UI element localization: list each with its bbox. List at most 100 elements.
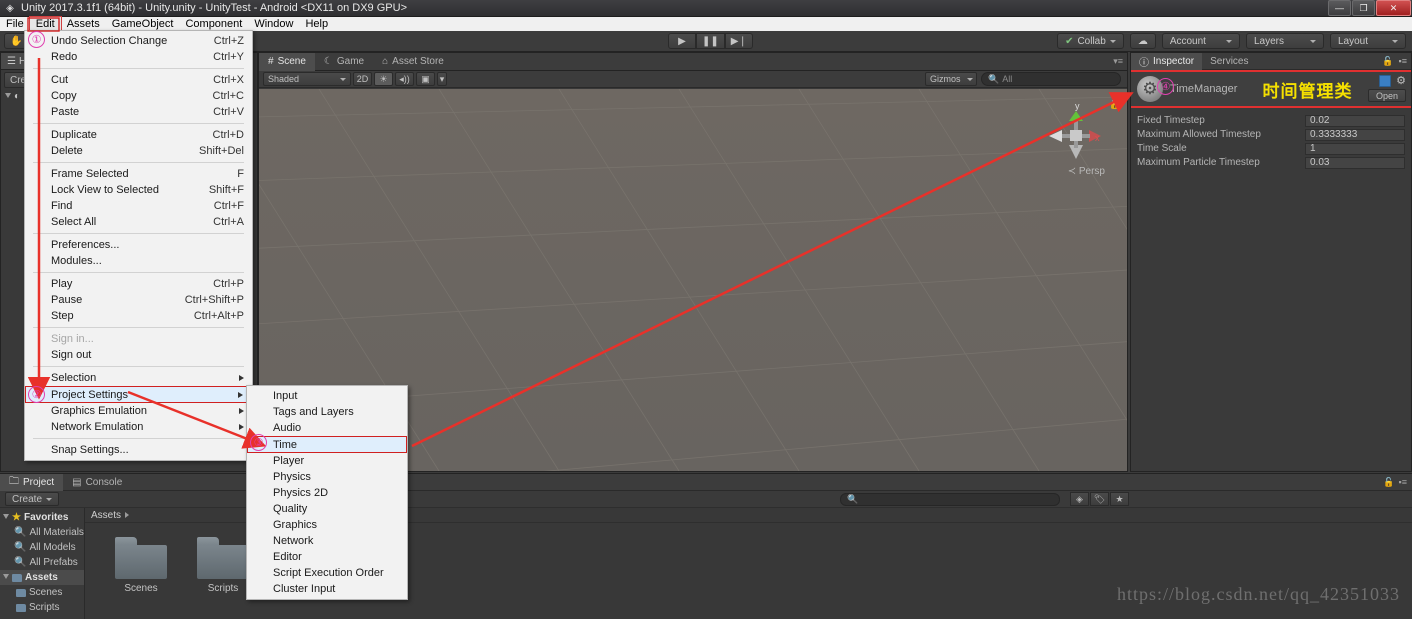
asset-item[interactable]: Scripts	[193, 537, 253, 594]
open-button[interactable]: Open	[1367, 89, 1406, 102]
lock-icon[interactable]: 🔓	[1382, 56, 1393, 67]
audio-icon[interactable]: ◂))	[395, 72, 414, 86]
submenu-item-quality[interactable]: Quality	[247, 501, 407, 517]
tree-item-all-models[interactable]: 🔍 All Models	[0, 540, 84, 555]
restore-button[interactable]: ❐	[1352, 0, 1375, 16]
menu-gameobject[interactable]: GameObject	[106, 17, 180, 31]
tree-item-all-materials[interactable]: 🔍 All Materials	[0, 525, 84, 540]
tab-console[interactable]: ▤ Console	[63, 474, 131, 491]
tree-item-all-prefabs[interactable]: 🔍 All Prefabs	[0, 555, 84, 570]
tree-item-favorites[interactable]: ★ Favorites	[0, 510, 84, 525]
effects-icon[interactable]: ▣	[416, 72, 435, 86]
tree-item-scripts[interactable]: Scripts	[0, 600, 84, 615]
asset-item[interactable]: Scenes	[111, 537, 171, 594]
gizmos-dropdown[interactable]: Gizmos	[925, 72, 977, 86]
submenu-item-graphics[interactable]: Graphics	[247, 517, 407, 533]
tab-asset-store[interactable]: ⌂ Asset Store	[373, 53, 453, 71]
tab-game[interactable]: ☾ Game	[315, 53, 373, 71]
menu-item-copy[interactable]: Copy Ctrl+C	[25, 88, 252, 104]
submenu-item-physics-2d[interactable]: Physics 2D	[247, 485, 407, 501]
menu-item-delete[interactable]: Delete Shift+Del	[25, 143, 252, 159]
collab-button[interactable]: ✔ Collab	[1057, 33, 1124, 49]
submenu-item-audio[interactable]: Audio	[247, 420, 407, 436]
submenu-item-input[interactable]: Input	[247, 388, 407, 404]
menu-edit[interactable]: Edit	[28, 16, 62, 32]
menu-item-network-emulation[interactable]: Network Emulation	[25, 419, 252, 435]
lighting-icon[interactable]: ☀	[374, 72, 393, 86]
label-filter-icon[interactable]: 🏷	[1090, 492, 1109, 506]
menu-item-find[interactable]: Find Ctrl+F	[25, 198, 252, 214]
menu-item-lock-view[interactable]: Lock View to Selected Shift+F	[25, 182, 252, 198]
menu-help[interactable]: Help	[299, 17, 334, 31]
preset-icon[interactable]	[1379, 74, 1392, 87]
scene-search-input[interactable]: 🔍 All	[981, 72, 1121, 86]
tab-project[interactable]: 🗀 Project	[0, 473, 64, 491]
asset-type-filter-icon[interactable]: ◈	[1070, 492, 1089, 506]
project-create-button[interactable]: Create	[5, 492, 60, 506]
tab-services[interactable]: Services	[1202, 53, 1256, 70]
play-button[interactable]: ▶	[668, 33, 696, 49]
menu-item-snap-settings[interactable]: Snap Settings...	[25, 442, 252, 458]
menu-item-step[interactable]: Step Ctrl+Alt+P	[25, 308, 252, 324]
submenu-item-cluster-input[interactable]: Cluster Input	[247, 581, 407, 597]
menu-item-pause[interactable]: Pause Ctrl+Shift+P	[25, 292, 252, 308]
menu-item-play[interactable]: Play Ctrl+P	[25, 276, 252, 292]
minimize-button[interactable]: —	[1328, 0, 1351, 16]
menu-item-paste[interactable]: Paste Ctrl+V	[25, 104, 252, 120]
account-button[interactable]: Account	[1161, 33, 1240, 49]
breadcrumb-label[interactable]: Assets	[91, 510, 121, 521]
menu-window[interactable]: Window	[248, 17, 299, 31]
property-value[interactable]: 0.3333333	[1305, 128, 1405, 141]
close-button[interactable]: ✕	[1376, 0, 1411, 16]
tree-item-assets[interactable]: Assets	[0, 570, 84, 585]
submenu-item-tags-and-layers[interactable]: Tags and Layers	[247, 404, 407, 420]
scene-view-gizmo[interactable]: y x 🔒 ≺ Persp	[1039, 97, 1121, 177]
property-value[interactable]: 0.02	[1305, 114, 1405, 127]
menu-item-redo[interactable]: Redo Ctrl+Y	[25, 49, 252, 65]
chevron-down-icon[interactable]	[3, 513, 9, 522]
tab-inspector[interactable]: ⓘ Inspector	[1131, 52, 1203, 70]
property-value[interactable]: 1	[1305, 142, 1405, 155]
menu-item-modules[interactable]: Modules...	[25, 253, 252, 269]
menu-item-selection[interactable]: Selection	[25, 370, 252, 386]
menu-item-frame-selected[interactable]: Frame Selected F	[25, 166, 252, 182]
menu-component[interactable]: Component	[179, 17, 248, 31]
lock-icon[interactable]: 🔓	[1383, 477, 1394, 488]
submenu-item-network[interactable]: Network	[247, 533, 407, 549]
menu-item-sign-out[interactable]: Sign out	[25, 347, 252, 363]
menu-item-undo[interactable]: Undo Selection Change Ctrl+Z	[25, 33, 252, 49]
step-button[interactable]: ▶❘	[724, 33, 753, 49]
menu-assets[interactable]: Assets	[61, 17, 106, 31]
favorite-filter-icon[interactable]: ★	[1110, 492, 1129, 506]
property-value[interactable]: 0.03	[1305, 156, 1405, 169]
panel-menu-icon[interactable]: ▪≡	[1399, 56, 1407, 66]
menu-item-preferences[interactable]: Preferences...	[25, 237, 252, 253]
lock-icon[interactable]: 🔒	[1109, 99, 1121, 110]
menu-file[interactable]: File	[0, 17, 30, 31]
toggle-2d-button[interactable]: 2D	[353, 72, 372, 86]
menu-item-shortcut: Ctrl+X	[213, 74, 244, 86]
project-search-input[interactable]: 🔍	[840, 492, 1060, 506]
effects-dropdown-icon[interactable]: ▾	[437, 72, 447, 86]
menu-item-duplicate[interactable]: Duplicate Ctrl+D	[25, 127, 252, 143]
menu-item-graphics-emulation[interactable]: Graphics Emulation	[25, 403, 252, 419]
layout-button[interactable]: Layout	[1329, 33, 1406, 49]
chevron-down-icon[interactable]	[3, 573, 9, 582]
submenu-item-script-execution-order[interactable]: Script Execution Order	[247, 565, 407, 581]
submenu-item-player[interactable]: Player	[247, 453, 407, 469]
tree-item-scenes[interactable]: Scenes	[0, 585, 84, 600]
shading-mode-dropdown[interactable]: Shaded	[263, 72, 351, 86]
submenu-item-editor[interactable]: Editor	[247, 549, 407, 565]
menu-item-cut[interactable]: Cut Ctrl+X	[25, 72, 252, 88]
menu-item-project-settings[interactable]: Project Settings	[25, 386, 252, 403]
tab-scene[interactable]: # Scene	[259, 52, 315, 71]
submenu-item-time[interactable]: Time	[247, 436, 407, 453]
layers-button[interactable]: Layers	[1245, 33, 1324, 49]
submenu-item-physics[interactable]: Physics	[247, 469, 407, 485]
pause-button[interactable]: ❚❚	[696, 33, 725, 49]
gear-icon[interactable]: ⚙	[1396, 74, 1406, 87]
menu-item-select-all[interactable]: Select All Ctrl+A	[25, 214, 252, 230]
panel-menu-icon[interactable]: ▪≡	[1399, 477, 1407, 488]
panel-menu-icon[interactable]: ▾≡	[1113, 56, 1123, 67]
cloud-button[interactable]: ☁	[1129, 33, 1156, 49]
